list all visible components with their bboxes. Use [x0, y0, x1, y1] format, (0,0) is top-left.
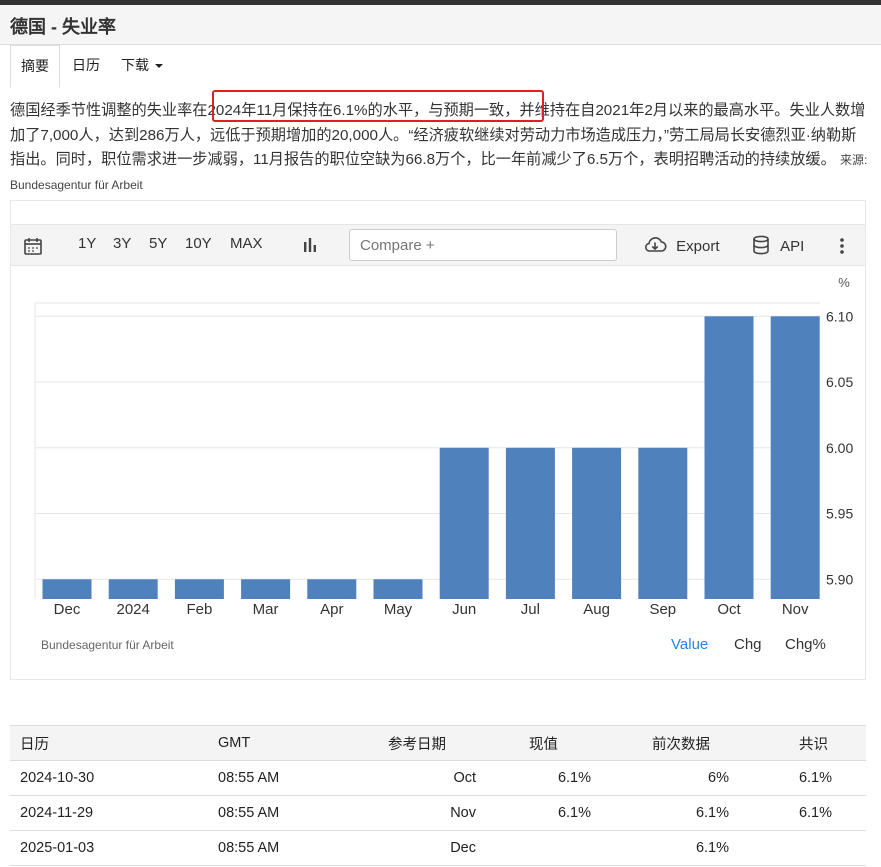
row-time: 08:55 AM	[208, 830, 348, 866]
chg-pct-toggle[interactable]: Chg%	[785, 636, 826, 653]
value-toggle[interactable]: Value	[671, 636, 708, 653]
header-calendar: 日历	[10, 725, 208, 761]
row-previous: 6%	[601, 760, 761, 796]
row-consensus	[761, 830, 866, 866]
x-tick-label: Jun	[452, 601, 476, 618]
bar-chart: % 5.90 5.95 6.00 6.05 6.10 Dec 2024 Feb Mar Apr Ma…	[34, 275, 853, 618]
row-reference: Dec	[348, 830, 486, 866]
bar-jul[interactable]	[505, 447, 555, 599]
bar-oct[interactable]	[704, 316, 754, 599]
x-tick-label: Mar	[253, 601, 279, 618]
x-tick-label: May	[384, 601, 413, 618]
x-tick-label: Oct	[717, 601, 741, 618]
row-reference: Nov	[348, 795, 486, 831]
x-tick-label: Apr	[320, 601, 343, 618]
calendar-header-row: 日历 GMT 参考日期 现值 前次数据 共识	[10, 725, 866, 761]
bar-mar[interactable]	[241, 579, 291, 599]
bar-2024[interactable]	[108, 579, 158, 599]
row-consensus: 6.1%	[761, 760, 866, 796]
header-previous: 前次数据	[601, 725, 761, 761]
header-gmt: GMT	[208, 725, 348, 761]
chart-source: Bundesagentur für Arbeit	[41, 638, 174, 652]
bar-sep[interactable]	[638, 447, 688, 599]
row-time: 08:55 AM	[208, 760, 348, 796]
row-actual	[486, 830, 601, 866]
bar-dec[interactable]	[42, 579, 92, 599]
x-tick-label: Jul	[521, 601, 540, 618]
bar-feb[interactable]	[174, 579, 224, 599]
x-tick-label: Nov	[782, 601, 809, 618]
header-reference: 参考日期	[348, 725, 486, 761]
row-previous: 6.1%	[601, 830, 761, 866]
row-consensus: 6.1%	[761, 795, 866, 831]
x-tick-label: 2024	[117, 601, 150, 618]
x-tick-label: Sep	[649, 601, 676, 618]
row-reference: Oct	[348, 760, 486, 796]
x-tick-label: Dec	[54, 601, 81, 618]
y-axis-unit: %	[838, 275, 850, 290]
header-actual: 现值	[486, 725, 601, 761]
table-row[interactable]: 2025-01-03 08:55 AM Dec 6.1%	[10, 830, 866, 866]
row-actual: 6.1%	[486, 795, 601, 831]
x-tick-label: Aug	[583, 601, 610, 618]
calendar-table: 日历 GMT 参考日期 现值 前次数据 共识 2024-10-30 08:55 …	[10, 725, 866, 866]
y-tick-label: 5.95	[826, 506, 853, 522]
y-tick-label: 5.90	[826, 571, 853, 587]
row-date: 2024-10-30	[10, 760, 208, 796]
chg-toggle[interactable]: Chg	[734, 636, 762, 653]
row-previous: 6.1%	[601, 795, 761, 831]
bar-may[interactable]	[373, 579, 423, 599]
x-tick-label: Feb	[186, 601, 212, 618]
row-date: 2024-11-29	[10, 795, 208, 831]
table-row[interactable]: 2024-11-29 08:55 AM Nov 6.1% 6.1% 6.1%	[10, 795, 866, 831]
bar-jun[interactable]	[439, 447, 489, 599]
bar-apr[interactable]	[307, 579, 357, 599]
table-row[interactable]: 2024-10-30 08:55 AM Oct 6.1% 6% 6.1%	[10, 760, 866, 796]
header-consensus: 共识	[761, 725, 866, 761]
y-tick-label: 6.10	[826, 308, 853, 324]
y-tick-label: 6.05	[826, 374, 853, 390]
y-tick-label: 6.00	[826, 440, 853, 456]
row-actual: 6.1%	[486, 760, 601, 796]
bar-nov[interactable]	[770, 316, 820, 599]
row-date: 2025-01-03	[10, 830, 208, 866]
row-time: 08:55 AM	[208, 795, 348, 831]
bar-aug[interactable]	[572, 447, 622, 599]
